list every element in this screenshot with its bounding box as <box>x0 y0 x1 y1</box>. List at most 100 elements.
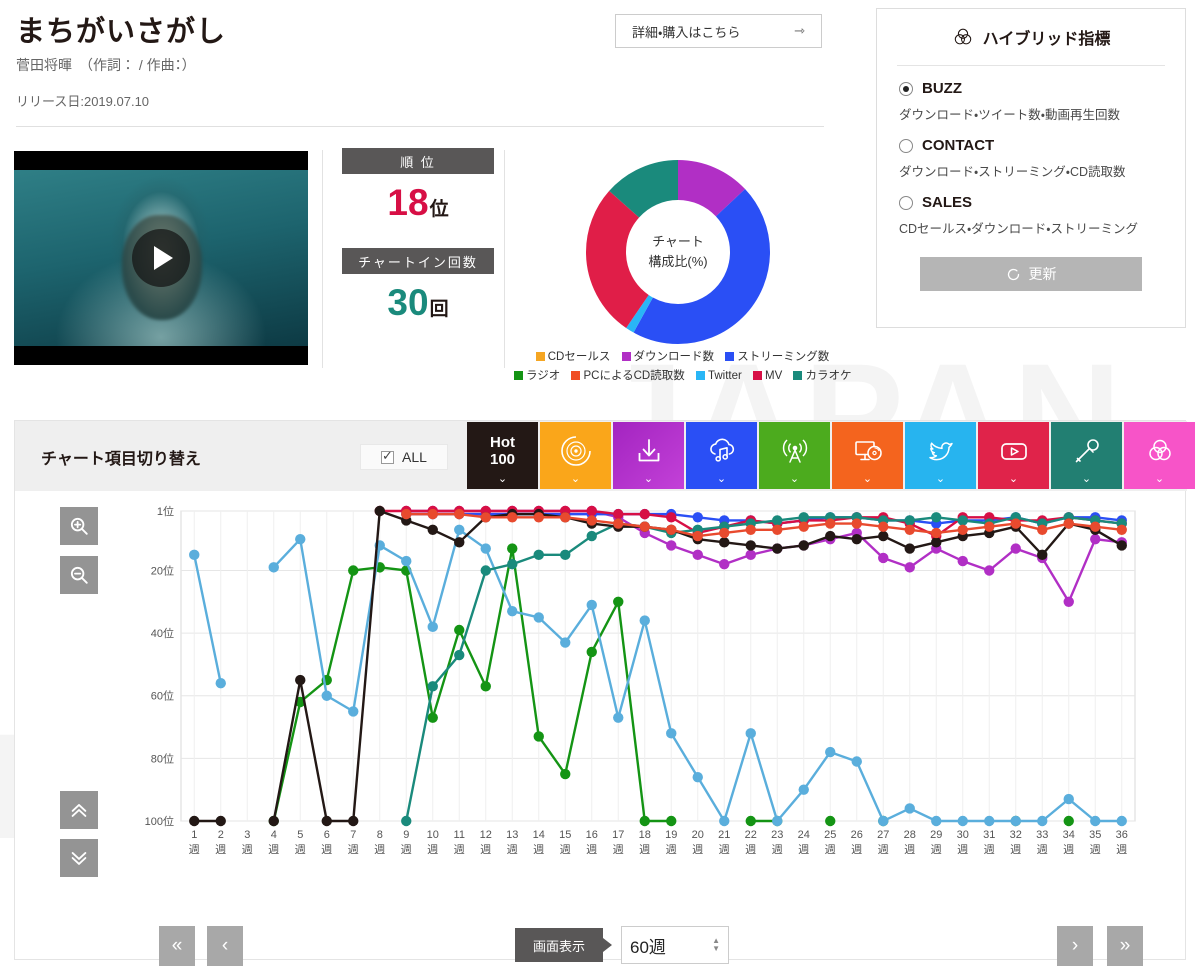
hybrid-option-label-buzz: BUZZ <box>922 80 962 97</box>
donut-legend-row-1: CDセールス ダウンロード数 ストリーミング数 <box>510 348 855 367</box>
hybrid-indicator-panel: ハイブリッド指標 BUZZ ダウンロード・ツイート数・動画再生回数 CONTAC… <box>876 8 1186 328</box>
svg-text:週: 週 <box>401 843 412 856</box>
svg-text:週: 週 <box>639 843 650 856</box>
chevron-down-icon: ⌄ <box>643 473 654 485</box>
radio-contact[interactable] <box>899 138 913 153</box>
zoom-out-icon <box>70 566 88 584</box>
svg-text:週: 週 <box>1010 843 1021 856</box>
svg-text:週: 週 <box>957 843 968 856</box>
display-range-input[interactable]: 60週 ▲ ▼ <box>621 926 730 964</box>
radio-sales[interactable] <box>899 195 913 210</box>
rank-number: 18 <box>387 182 429 223</box>
svg-text:週: 週 <box>719 843 730 856</box>
arrow-right-icon: ⇾ <box>794 23 805 38</box>
tab-cd-sales[interactable]: ⌄ <box>540 422 611 489</box>
tab-mv[interactable]: ⌄ <box>978 422 1049 489</box>
svg-text:22: 22 <box>745 829 757 841</box>
zoom-in-button[interactable] <box>60 507 98 545</box>
venn-icon <box>954 28 971 45</box>
svg-text:4: 4 <box>271 829 277 841</box>
legend-label-download: ダウンロード数 <box>633 351 715 363</box>
double-chevron-down-icon <box>71 852 87 865</box>
hybrid-option-desc-contact: ダウンロード・ストリーミング・CD読取数 <box>899 165 1126 179</box>
next-page-button[interactable]: › <box>1057 926 1093 966</box>
music-video-thumbnail[interactable] <box>14 151 308 365</box>
all-checkbox[interactable]: ALL <box>360 444 448 470</box>
tab-karaoke[interactable]: ⌄ <box>1051 422 1122 489</box>
tab-twitter[interactable]: ⌄ <box>905 422 976 489</box>
svg-text:35: 35 <box>1089 829 1101 841</box>
legend-item: MV <box>753 367 782 386</box>
prev-page-button[interactable]: ‹ <box>207 926 243 966</box>
download-arrow-icon <box>638 439 659 462</box>
legend-label-cd-sales: CDセールス <box>547 351 611 363</box>
svg-text:週: 週 <box>904 843 915 856</box>
last-page-button[interactable]: » <box>1107 926 1143 966</box>
chevron-down-icon: ⌄ <box>716 473 727 485</box>
play-icon[interactable] <box>132 229 190 287</box>
svg-text:10: 10 <box>427 829 439 841</box>
svg-text:週: 週 <box>984 843 995 856</box>
hybrid-option-sales[interactable]: SALES CDセールス・ダウンロード・ストリーミング <box>877 180 1185 237</box>
svg-text:週: 週 <box>560 843 571 856</box>
svg-text:週: 週 <box>1116 843 1127 856</box>
svg-text:36: 36 <box>1116 829 1128 841</box>
tab-download[interactable]: ⌄ <box>613 422 684 489</box>
tab-hot100[interactable]: Hot 100 ⌄ <box>467 422 538 489</box>
donut-center-line2: 構成比(%) <box>648 254 708 269</box>
composition-donut-chart: チャート 構成比(%) CDセールス ダウンロード数 ストリーミング数 ラジオ … <box>510 148 855 388</box>
double-chevron-up-icon <box>71 804 87 817</box>
svg-text:週: 週 <box>348 843 359 856</box>
chartin-value: 30回 <box>332 282 504 324</box>
legend-swatch-radio <box>514 371 523 380</box>
tab-radio[interactable]: ⌄ <box>759 422 830 489</box>
legend-item: Twitter <box>695 367 742 386</box>
rank-trend-svg: 1位 20位 40位 60位 80位 100位 1 週 2 週 3 週 4 週 5 週 6 週 7 週 8 週 9 週 10 週 1… <box>145 505 1136 856</box>
svg-text:8: 8 <box>377 829 383 841</box>
chart-switch-title: チャート項目切り替え <box>41 451 201 468</box>
checkbox-icon[interactable] <box>381 448 395 464</box>
svg-text:21: 21 <box>718 829 730 841</box>
radio-buzz[interactable] <box>899 81 913 96</box>
scroll-down-button[interactable] <box>60 839 98 877</box>
svg-text:27: 27 <box>877 829 889 841</box>
svg-text:3: 3 <box>244 829 250 841</box>
svg-text:週: 週 <box>507 843 518 856</box>
legend-item: CDセールス <box>535 348 611 367</box>
all-checkbox-label: ALL <box>402 449 427 465</box>
legend-label-streaming: ストリーミング数 <box>737 351 830 363</box>
radio-tower-icon <box>782 439 807 463</box>
svg-text:80位: 80位 <box>151 752 174 765</box>
stepper-icon[interactable]: ▲ ▼ <box>712 937 720 953</box>
first-page-button[interactable]: « <box>159 926 195 966</box>
rank-trend-plot: 1位 20位 40位 60位 80位 100位 1 週 2 週 3 週 4 週 5 週 6 週 7 週 8 週 9 週 10 週 1… <box>15 491 1187 901</box>
donut-legend: CDセールス ダウンロード数 ストリーミング数 ラジオ PCによるCD読取数 T… <box>510 348 855 386</box>
tab-streaming[interactable]: ⌄ <box>686 422 757 489</box>
scroll-up-button[interactable] <box>60 791 98 829</box>
svg-text:13: 13 <box>506 829 518 841</box>
hybrid-option-desc-sales: CDセールス・ダウンロード・ストリーミング <box>899 222 1139 236</box>
chevron-down-icon: ⌄ <box>935 473 946 485</box>
svg-text:16: 16 <box>586 829 598 841</box>
pc-disc-icon <box>854 441 882 461</box>
svg-text:週: 週 <box>772 843 783 856</box>
legend-label-radio: ラジオ <box>526 370 561 382</box>
purchase-link-label: 詳細・購入はこちら <box>632 24 741 40</box>
purchase-link-button[interactable]: 詳細・購入はこちら ⇾ <box>615 14 822 48</box>
svg-text:40位: 40位 <box>151 627 174 640</box>
hybrid-option-buzz[interactable]: BUZZ ダウンロード・ツイート数・動画再生回数 <box>877 66 1185 123</box>
tab-hybrid[interactable]: ⌄ <box>1124 422 1195 489</box>
svg-text:1: 1 <box>191 829 197 841</box>
rank-value: 18位 <box>332 182 504 224</box>
svg-text:週: 週 <box>1090 843 1101 856</box>
svg-text:1位: 1位 <box>157 505 174 518</box>
vinyl-record-icon <box>560 435 591 466</box>
hybrid-option-contact[interactable]: CONTACT ダウンロード・ストリーミング・CD読取数 <box>877 123 1185 180</box>
artist-credits: 菅田将暉 （作詞： / 作曲：） <box>16 57 196 73</box>
svg-text:25: 25 <box>824 829 836 841</box>
svg-text:週: 週 <box>215 843 226 856</box>
tab-pc-cd-read[interactable]: ⌄ <box>832 422 903 489</box>
update-button[interactable]: 更新 <box>920 257 1142 291</box>
zoom-out-button[interactable] <box>60 556 98 594</box>
svg-text:7: 7 <box>350 829 356 841</box>
